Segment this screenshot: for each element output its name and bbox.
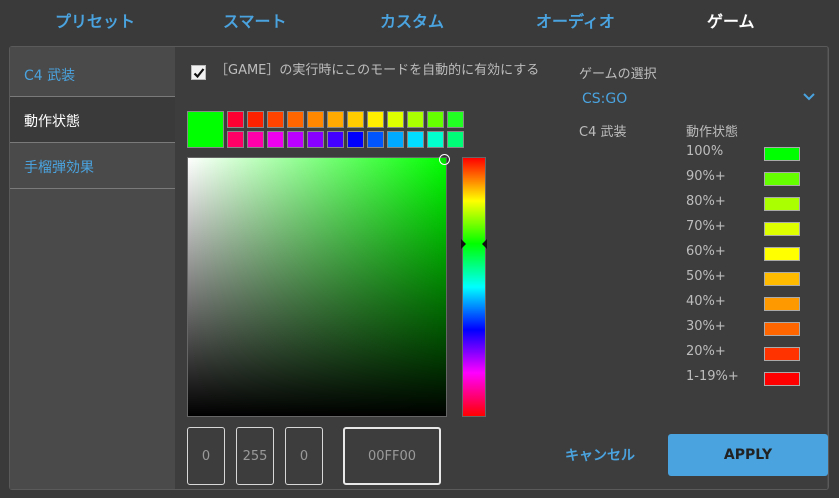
color-swatch[interactable] bbox=[347, 111, 364, 128]
color-swatch[interactable] bbox=[347, 131, 364, 148]
color-swatch[interactable] bbox=[227, 111, 244, 128]
color-swatch[interactable] bbox=[367, 131, 384, 148]
level-label: 50%+ bbox=[686, 269, 726, 284]
game-panel: C4 武装 動作状態 手榴弾効果 ［GAME］の実行時にこのモードを自動的に有効… bbox=[9, 46, 829, 490]
level-color-swatch[interactable] bbox=[764, 172, 800, 186]
status-label: 動作状態 bbox=[686, 125, 739, 140]
hex-input[interactable] bbox=[343, 427, 441, 485]
picker-handle[interactable] bbox=[439, 154, 450, 165]
game-select-value: CS:GO bbox=[582, 91, 628, 107]
tab-custom[interactable]: カスタム bbox=[380, 8, 444, 32]
color-swatch[interactable] bbox=[387, 111, 404, 128]
mode-tabs: プリセット スマート カスタム オーディオ ゲーム bbox=[0, 0, 839, 40]
level-label: 30%+ bbox=[686, 319, 726, 334]
chevron-down-icon bbox=[803, 93, 815, 101]
level-color-swatch[interactable] bbox=[764, 272, 800, 286]
color-swatch[interactable] bbox=[387, 131, 404, 148]
saturation-value-picker[interactable] bbox=[187, 154, 450, 417]
sidebar-item-c4[interactable]: C4 武装 bbox=[10, 51, 175, 97]
game-select-label: ゲームの選択 bbox=[579, 67, 657, 82]
tab-audio[interactable]: オーディオ bbox=[536, 8, 615, 32]
color-swatch[interactable] bbox=[407, 131, 424, 148]
auto-enable-checkbox[interactable] bbox=[191, 65, 206, 80]
level-color-swatch[interactable] bbox=[764, 347, 800, 361]
cancel-button[interactable]: キャンセル bbox=[560, 443, 640, 467]
color-preview bbox=[187, 111, 224, 148]
level-label: 40%+ bbox=[686, 294, 726, 309]
level-label: 100% bbox=[686, 144, 724, 159]
level-label: 60%+ bbox=[686, 244, 726, 259]
level-color-swatch[interactable] bbox=[764, 322, 800, 336]
color-swatch[interactable] bbox=[447, 131, 464, 148]
color-swatch[interactable] bbox=[247, 111, 264, 128]
color-swatch[interactable] bbox=[367, 111, 384, 128]
color-swatch[interactable] bbox=[427, 111, 444, 128]
green-input[interactable] bbox=[236, 427, 274, 485]
color-swatch[interactable] bbox=[427, 131, 444, 148]
level-color-swatch[interactable] bbox=[764, 197, 800, 211]
sidebar-item-grenade[interactable]: 手榴弾効果 bbox=[10, 143, 175, 189]
apply-button[interactable]: APPLY bbox=[668, 434, 828, 476]
color-swatch[interactable] bbox=[267, 111, 284, 128]
sidebar-item-status[interactable]: 動作状態 bbox=[10, 97, 175, 143]
tab-game[interactable]: ゲーム bbox=[707, 8, 755, 32]
level-color-swatch[interactable] bbox=[764, 247, 800, 261]
blue-input[interactable] bbox=[285, 427, 323, 485]
sidebar: C4 武装 動作状態 手榴弾効果 bbox=[10, 47, 175, 489]
color-swatch[interactable] bbox=[307, 131, 324, 148]
color-swatch[interactable] bbox=[447, 111, 464, 128]
c4-label: C4 武装 bbox=[579, 125, 627, 140]
tab-smart[interactable]: スマート bbox=[223, 8, 287, 32]
color-swatch[interactable] bbox=[287, 131, 304, 148]
level-color-swatch[interactable] bbox=[764, 372, 800, 386]
color-swatch[interactable] bbox=[267, 131, 284, 148]
level-label: 90%+ bbox=[686, 169, 726, 184]
level-color-swatch[interactable] bbox=[764, 147, 800, 161]
level-label: 80%+ bbox=[686, 194, 726, 209]
hue-left-arrow-icon[interactable] bbox=[461, 239, 466, 249]
red-input[interactable] bbox=[187, 427, 225, 485]
color-swatches bbox=[227, 111, 489, 151]
main-content: ［GAME］の実行時にこのモードを自動的に有効にする ゲームの選択 CS:GO … bbox=[175, 47, 828, 489]
check-icon bbox=[193, 68, 205, 79]
color-swatch[interactable] bbox=[307, 111, 324, 128]
level-color-swatch[interactable] bbox=[764, 222, 800, 236]
level-label: 70%+ bbox=[686, 219, 726, 234]
color-swatch[interactable] bbox=[327, 131, 344, 148]
color-swatch[interactable] bbox=[327, 111, 344, 128]
hue-right-arrow-icon[interactable] bbox=[482, 239, 487, 249]
color-swatch[interactable] bbox=[287, 111, 304, 128]
game-select-dropdown[interactable]: CS:GO bbox=[579, 87, 819, 111]
level-label: 20%+ bbox=[686, 344, 726, 359]
color-swatch[interactable] bbox=[227, 131, 244, 148]
level-color-swatch[interactable] bbox=[764, 297, 800, 311]
color-swatch[interactable] bbox=[247, 131, 264, 148]
tab-preset[interactable]: プリセット bbox=[55, 8, 135, 32]
color-swatch[interactable] bbox=[407, 111, 424, 128]
hue-slider[interactable] bbox=[461, 157, 487, 417]
auto-enable-label: ［GAME］の実行時にこのモードを自動的に有効にする bbox=[215, 63, 540, 78]
level-label: 1-19%+ bbox=[686, 369, 739, 384]
